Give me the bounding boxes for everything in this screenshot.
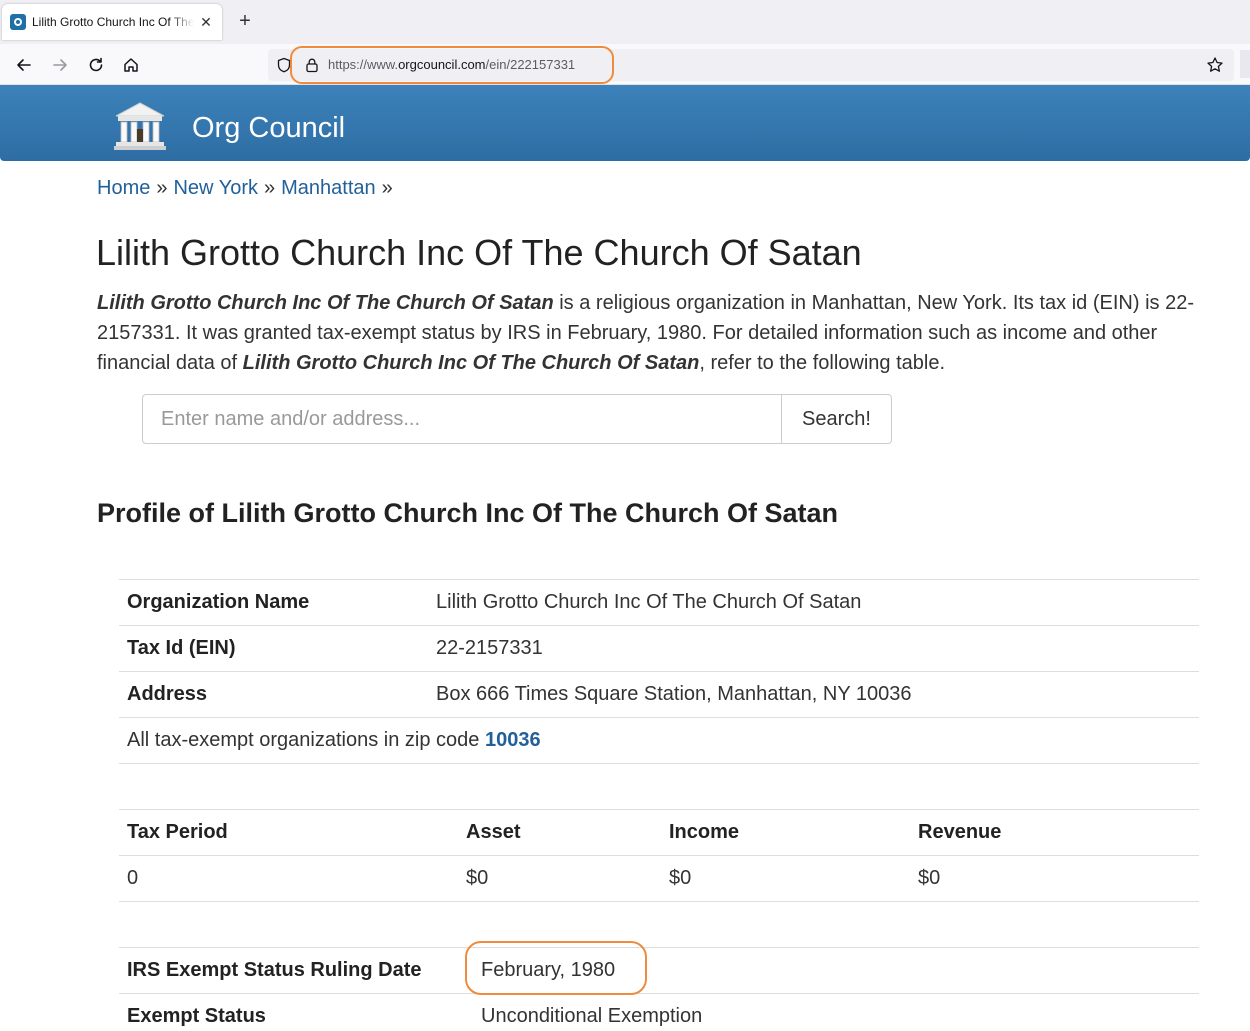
table-cell: $0 <box>910 855 1199 902</box>
toolbar-edge <box>1240 50 1250 78</box>
search-form: Search! <box>142 394 892 444</box>
table-cell: $0 <box>458 855 661 902</box>
courthouse-logo-icon[interactable] <box>112 101 168 151</box>
table-row: Exempt Status Unconditional Exemption <box>119 993 1199 1031</box>
table-header-row: Tax Period Asset Income Revenue <box>119 809 1199 856</box>
site-favicon-icon <box>10 14 26 30</box>
column-header: Tax Period <box>119 809 458 856</box>
column-header: Revenue <box>910 809 1199 856</box>
reload-icon[interactable] <box>84 53 108 77</box>
detail-value: Box 666 Times Square Station, Manhattan,… <box>428 671 1199 718</box>
tab-close-icon[interactable]: ✕ <box>198 14 214 31</box>
intro-paragraph: Lilith Grotto Church Inc Of The Church O… <box>97 288 1227 378</box>
table-row: Address Box 666 Times Square Station, Ma… <box>119 671 1199 718</box>
date-highlight-annotation <box>465 941 647 995</box>
browser-nav-bar: https://www.orgcouncil.com/ein/222157331 <box>0 44 1250 85</box>
breadcrumb-separator: » <box>381 177 393 199</box>
column-header: Income <box>661 809 910 856</box>
site-brand[interactable]: Org Council <box>192 112 345 145</box>
zip-code-link[interactable]: 10036 <box>485 729 541 751</box>
table-row: 0 $0 $0 $0 <box>119 855 1199 902</box>
new-tab-icon[interactable]: + <box>234 10 256 32</box>
detail-label: Organization Name <box>119 579 428 626</box>
financials-table: Tax Period Asset Income Revenue 0 $0 $0 … <box>119 809 1199 902</box>
search-button[interactable]: Search! <box>781 394 892 444</box>
url-highlight-annotation <box>290 46 614 84</box>
table-cell: 0 <box>119 855 458 902</box>
table-cell: $0 <box>661 855 910 902</box>
zip-row: All tax-exempt organizations in zip code… <box>119 717 1199 764</box>
back-arrow-icon[interactable] <box>12 53 36 77</box>
forward-arrow-icon[interactable] <box>48 53 72 77</box>
browser-tab[interactable]: Lilith Grotto Church Inc Of The Church O… <box>2 4 222 40</box>
breadcrumb-home-link[interactable]: Home <box>97 177 150 199</box>
table-row: Tax Id (EIN) 22-2157331 <box>119 625 1199 672</box>
site-header: Org Council <box>0 85 1250 161</box>
intro-org-name: Lilith Grotto Church Inc Of The Church O… <box>97 292 554 314</box>
zip-text: All tax-exempt organizations in zip code <box>127 729 485 751</box>
table-row: All tax-exempt organizations in zip code… <box>119 717 1199 764</box>
profile-heading: Profile of Lilith Grotto Church Inc Of T… <box>97 498 838 528</box>
details-table: Organization Name Lilith Grotto Church I… <box>119 579 1199 764</box>
url-bar[interactable]: https://www.orgcouncil.com/ein/222157331 <box>268 46 1234 84</box>
breadcrumb: Home» New York» Manhattan» <box>97 177 399 200</box>
status-value: Unconditional Exemption <box>473 993 1199 1031</box>
status-label: Exempt Status <box>119 993 473 1031</box>
intro-org-name: Lilith Grotto Church Inc Of The Church O… <box>242 352 700 374</box>
tab-title: Lilith Grotto Church Inc Of The Church O… <box>32 15 194 29</box>
detail-label: Tax Id (EIN) <box>119 625 428 672</box>
breadcrumb-state-link[interactable]: New York <box>173 177 258 199</box>
table-row: IRS Exempt Status Ruling Date February, … <box>119 947 1199 994</box>
table-row: Organization Name Lilith Grotto Church I… <box>119 579 1199 626</box>
intro-text: , refer to the following table. <box>699 352 946 374</box>
bookmark-star-icon[interactable] <box>1206 56 1224 79</box>
search-input[interactable] <box>142 394 782 444</box>
breadcrumb-city-link[interactable]: Manhattan <box>281 177 376 199</box>
breadcrumb-separator: » <box>263 177 276 199</box>
detail-value: Lilith Grotto Church Inc Of The Church O… <box>428 579 1199 626</box>
status-table: IRS Exempt Status Ruling Date February, … <box>119 947 1199 1031</box>
breadcrumb-separator: » <box>156 177 168 199</box>
detail-label: Address <box>119 671 428 718</box>
detail-value: 22-2157331 <box>428 625 1199 672</box>
page-title: Lilith Grotto Church Inc Of The Church O… <box>96 232 862 273</box>
status-label: IRS Exempt Status Ruling Date <box>119 947 473 994</box>
browser-tab-bar: Lilith Grotto Church Inc Of The Church O… <box>0 0 1250 44</box>
column-header: Asset <box>458 809 661 856</box>
home-icon[interactable] <box>119 53 143 77</box>
